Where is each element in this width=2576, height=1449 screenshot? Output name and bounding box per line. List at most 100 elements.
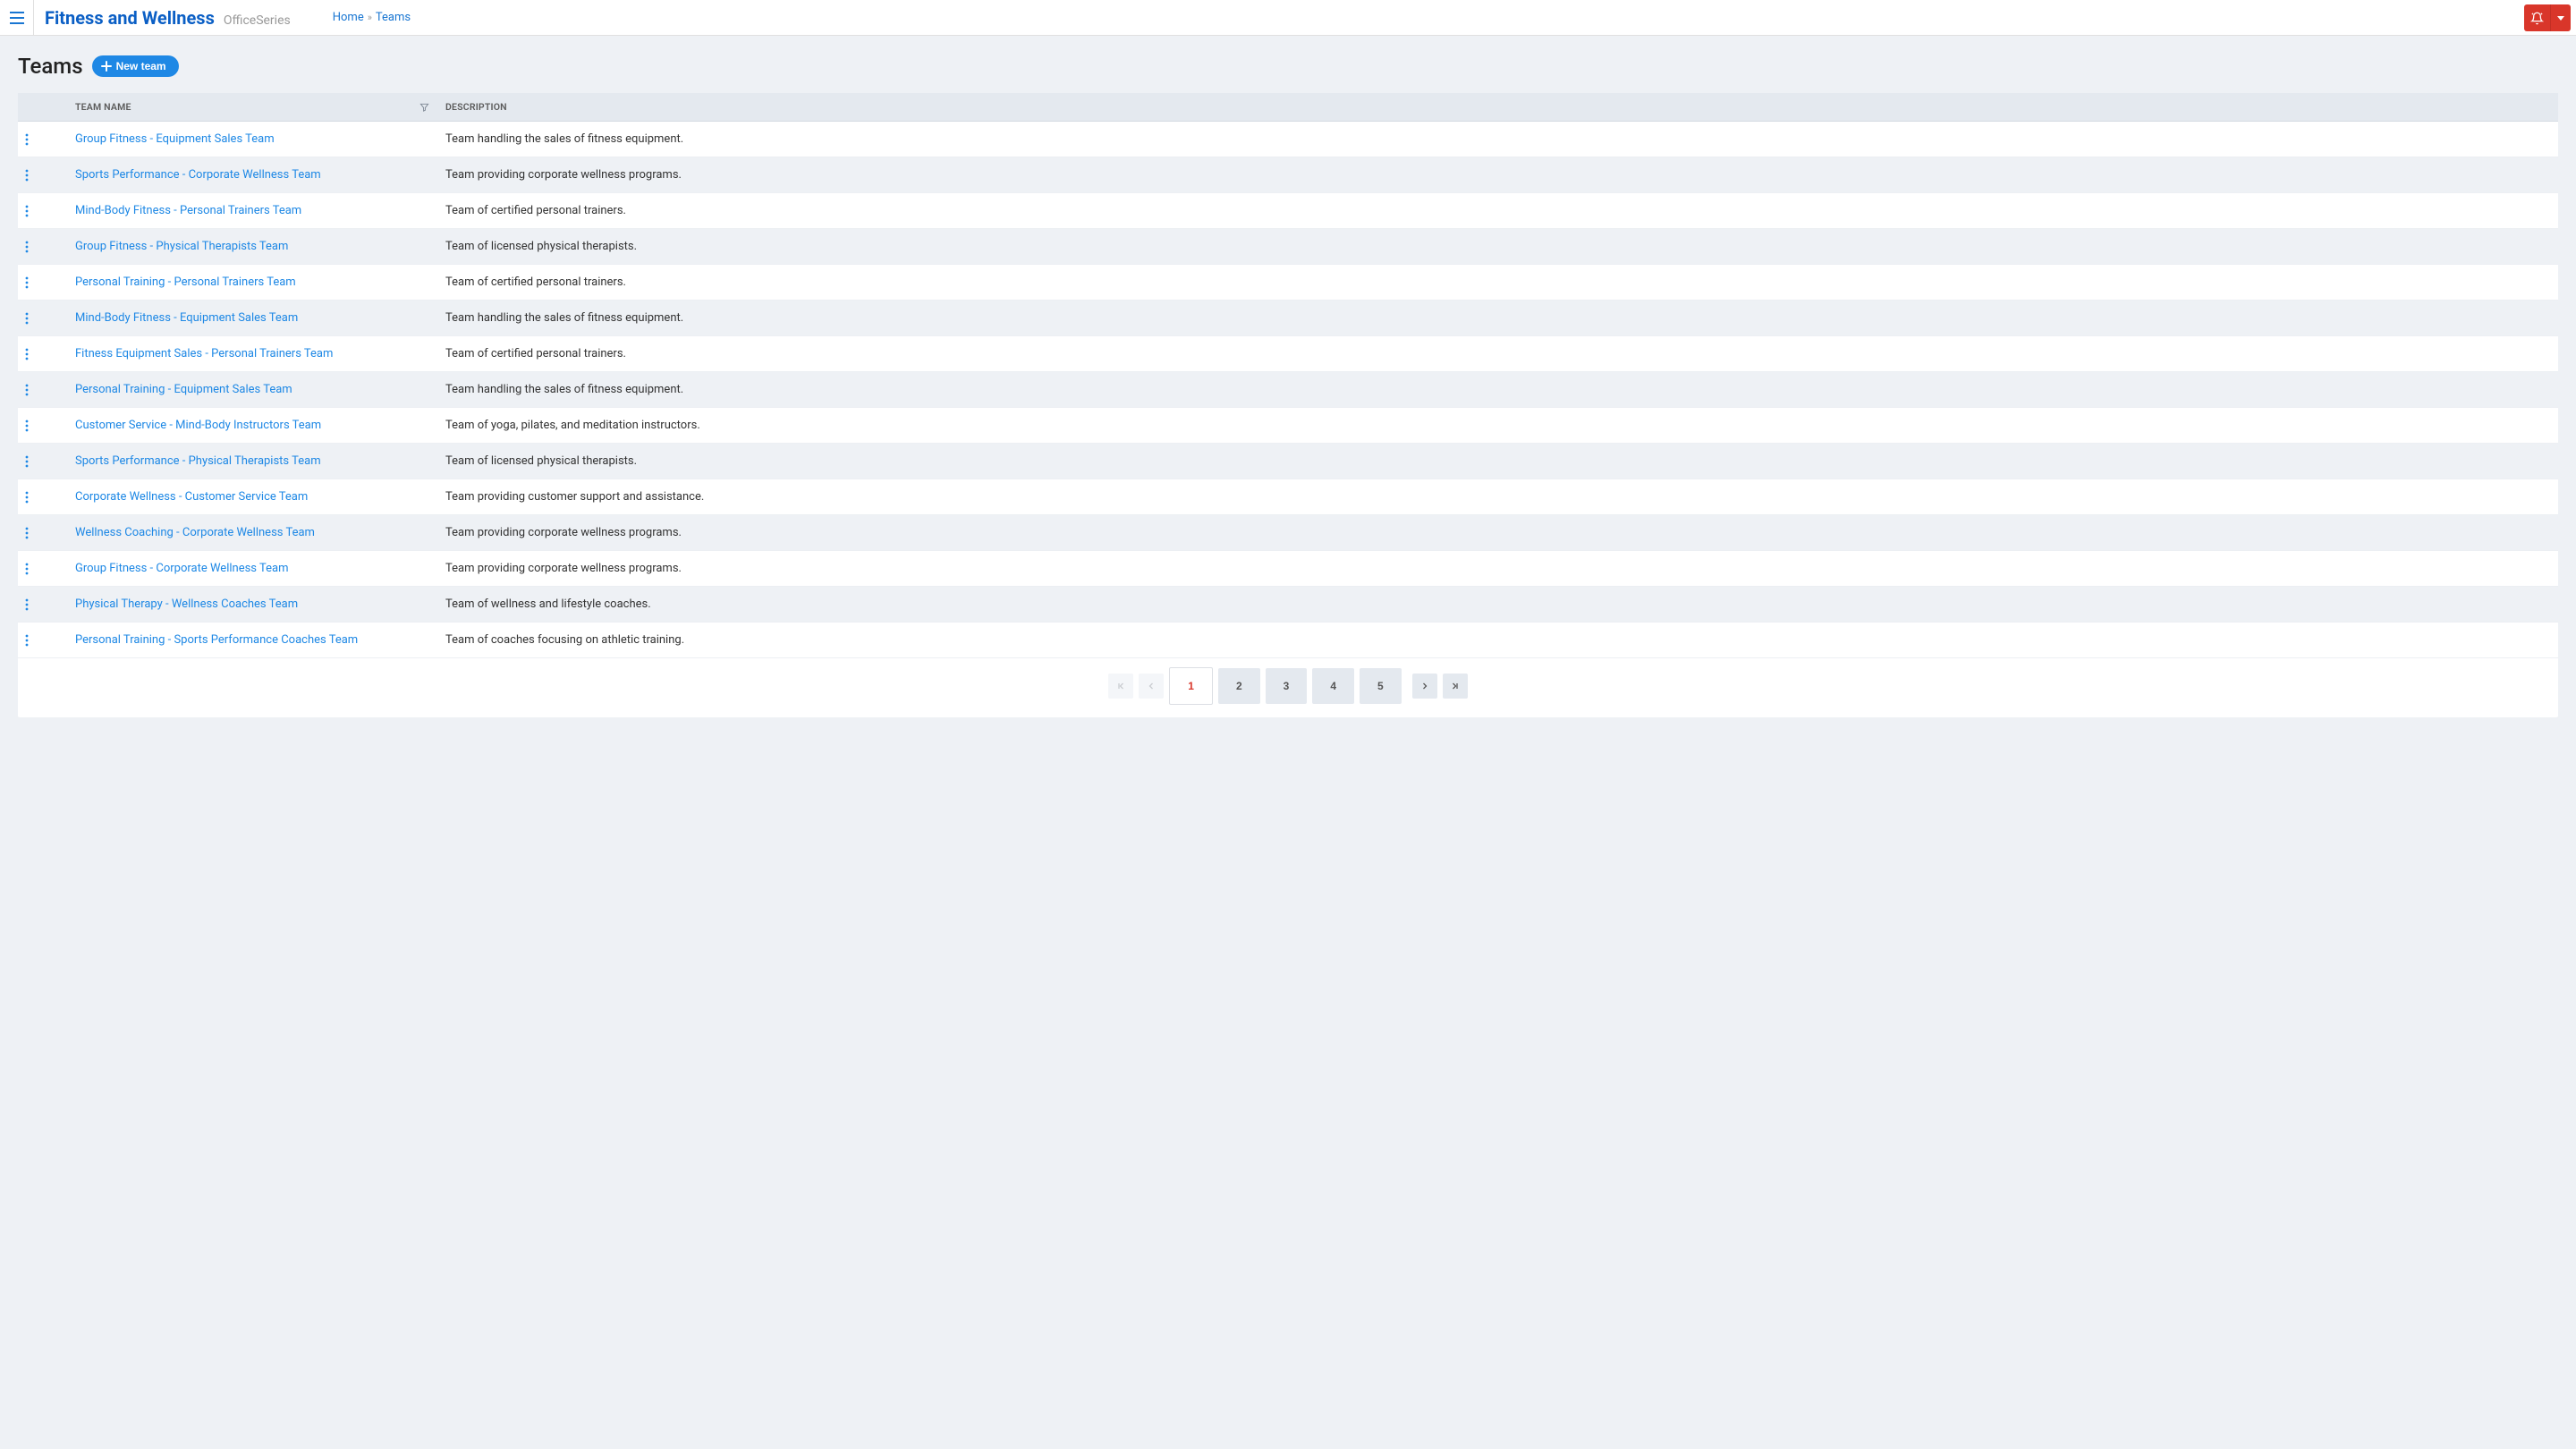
table-row: Sports Performance - Physical Therapists…	[18, 444, 2558, 479]
page-title: Teams	[18, 54, 83, 79]
row-actions-button[interactable]	[18, 372, 68, 408]
team-name-link[interactable]: Sports Performance - Corporate Wellness …	[75, 168, 321, 182]
team-description: Team handling the sales of fitness equip…	[438, 301, 2558, 336]
team-description: Team of licensed physical therapists.	[438, 229, 2558, 265]
row-actions-button[interactable]	[18, 444, 68, 479]
brand-subtitle: OfficeSeries	[224, 13, 291, 28]
row-actions-button[interactable]	[18, 336, 68, 372]
brand-title[interactable]: Fitness and Wellness	[45, 7, 215, 29]
team-name-link[interactable]: Wellness Coaching - Corporate Wellness T…	[75, 526, 315, 539]
col-header-desc[interactable]: DESCRIPTION	[438, 93, 2558, 122]
kebab-icon	[25, 527, 29, 539]
row-actions-button[interactable]	[18, 479, 68, 515]
team-description: Team handling the sales of fitness equip…	[438, 372, 2558, 408]
page-last-button[interactable]	[1443, 674, 1468, 699]
kebab-icon	[25, 205, 29, 217]
row-actions-button[interactable]	[18, 157, 68, 193]
breadcrumb-separator: »	[367, 12, 373, 23]
table-row: Mind-Body Fitness - Personal Trainers Te…	[18, 193, 2558, 229]
top-bar: Fitness and Wellness OfficeSeries Home »…	[0, 0, 2576, 36]
col-header-desc-label: DESCRIPTION	[445, 101, 507, 113]
team-description: Team of wellness and lifestyle coaches.	[438, 587, 2558, 623]
team-name-link[interactable]: Group Fitness - Physical Therapists Team	[75, 240, 288, 253]
breadcrumb-home[interactable]: Home	[333, 11, 364, 24]
chevron-right-icon	[1419, 681, 1430, 691]
row-actions-button[interactable]	[18, 122, 68, 157]
row-actions-button[interactable]	[18, 408, 68, 444]
table-row: Group Fitness - Equipment Sales TeamTeam…	[18, 122, 2558, 157]
row-actions-button[interactable]	[18, 265, 68, 301]
team-description: Team of certified personal trainers.	[438, 336, 2558, 372]
kebab-icon	[25, 634, 29, 647]
team-description: Team of certified personal trainers.	[438, 193, 2558, 229]
row-actions-button[interactable]	[18, 193, 68, 229]
chevron-last-icon	[1450, 681, 1461, 691]
table-row: Fitness Equipment Sales - Personal Train…	[18, 336, 2558, 372]
team-name-link[interactable]: Sports Performance - Physical Therapists…	[75, 454, 321, 468]
kebab-icon	[25, 133, 29, 146]
team-description: Team providing corporate wellness progra…	[438, 515, 2558, 551]
team-name-link[interactable]: Group Fitness - Corporate Wellness Team	[75, 562, 288, 575]
row-actions-button[interactable]	[18, 301, 68, 336]
kebab-icon	[25, 598, 29, 611]
filter-icon	[419, 102, 429, 112]
menu-button[interactable]	[0, 0, 34, 36]
teams-table: TEAM NAME DESCRIPTION Group Fitness - Eq…	[18, 93, 2558, 658]
team-name-link[interactable]: Group Fitness - Equipment Sales Team	[75, 132, 275, 146]
team-name-link[interactable]: Corporate Wellness - Customer Service Te…	[75, 490, 308, 504]
topbar-right	[2524, 4, 2576, 31]
page-body: Teams New team TEAM NAME DESCRIPTION	[0, 36, 2576, 735]
table-row: Customer Service - Mind-Body Instructors…	[18, 408, 2558, 444]
kebab-icon	[25, 348, 29, 360]
col-header-name[interactable]: TEAM NAME	[68, 93, 438, 122]
kebab-icon	[25, 384, 29, 396]
kebab-icon	[25, 241, 29, 253]
team-description: Team of certified personal trainers.	[438, 265, 2558, 301]
bell-icon	[2530, 12, 2544, 25]
page-prev-button[interactable]	[1139, 674, 1164, 699]
table-row: Personal Training - Sports Performance C…	[18, 623, 2558, 658]
row-actions-button[interactable]	[18, 623, 68, 658]
team-name-link[interactable]: Mind-Body Fitness - Equipment Sales Team	[75, 311, 298, 325]
user-menu-button[interactable]	[2551, 4, 2571, 31]
team-description: Team providing corporate wellness progra…	[438, 157, 2558, 193]
page-button-5[interactable]: 5	[1360, 668, 1402, 704]
kebab-icon	[25, 455, 29, 468]
page-button-2[interactable]: 2	[1218, 668, 1260, 704]
page-button-4[interactable]: 4	[1312, 668, 1354, 704]
team-name-link[interactable]: Mind-Body Fitness - Personal Trainers Te…	[75, 204, 301, 217]
row-actions-button[interactable]	[18, 551, 68, 587]
breadcrumb: Home » Teams	[333, 11, 411, 24]
breadcrumb-current[interactable]: Teams	[376, 11, 411, 24]
team-name-link[interactable]: Fitness Equipment Sales - Personal Train…	[75, 347, 333, 360]
row-actions-button[interactable]	[18, 229, 68, 265]
team-name-link[interactable]: Personal Training - Personal Trainers Te…	[75, 275, 296, 289]
team-description: Team providing corporate wellness progra…	[438, 551, 2558, 587]
team-name-link[interactable]: Personal Training - Sports Performance C…	[75, 633, 358, 647]
kebab-icon	[25, 419, 29, 432]
kebab-icon	[25, 312, 29, 325]
row-actions-button[interactable]	[18, 515, 68, 551]
caret-down-icon	[2557, 16, 2564, 21]
notifications-button[interactable]	[2524, 4, 2551, 31]
team-name-link[interactable]: Physical Therapy - Wellness Coaches Team	[75, 597, 298, 611]
kebab-icon	[25, 491, 29, 504]
page-button-3[interactable]: 3	[1266, 668, 1308, 704]
table-row: Sports Performance - Corporate Wellness …	[18, 157, 2558, 193]
table-row: Group Fitness - Corporate Wellness Team T…	[18, 551, 2558, 587]
team-name-link[interactable]: Customer Service - Mind-Body Instructors…	[75, 419, 321, 432]
row-actions-button[interactable]	[18, 587, 68, 623]
new-team-button[interactable]: New team	[92, 55, 179, 77]
page-next-button[interactable]	[1412, 674, 1437, 699]
chevron-first-icon	[1115, 681, 1126, 691]
hamburger-icon	[10, 12, 24, 24]
page-button-1[interactable]: 1	[1169, 667, 1213, 705]
col-header-name-label: TEAM NAME	[75, 101, 131, 113]
filter-button[interactable]	[419, 102, 429, 112]
page-header: Teams New team	[18, 54, 2558, 79]
page-first-button[interactable]	[1108, 674, 1133, 699]
pagination: 12345	[18, 658, 2558, 717]
team-description: Team of coaches focusing on athletic tra…	[438, 623, 2558, 658]
team-name-link[interactable]: Personal Training - Equipment Sales Team	[75, 383, 292, 396]
chevron-left-icon	[1146, 681, 1157, 691]
